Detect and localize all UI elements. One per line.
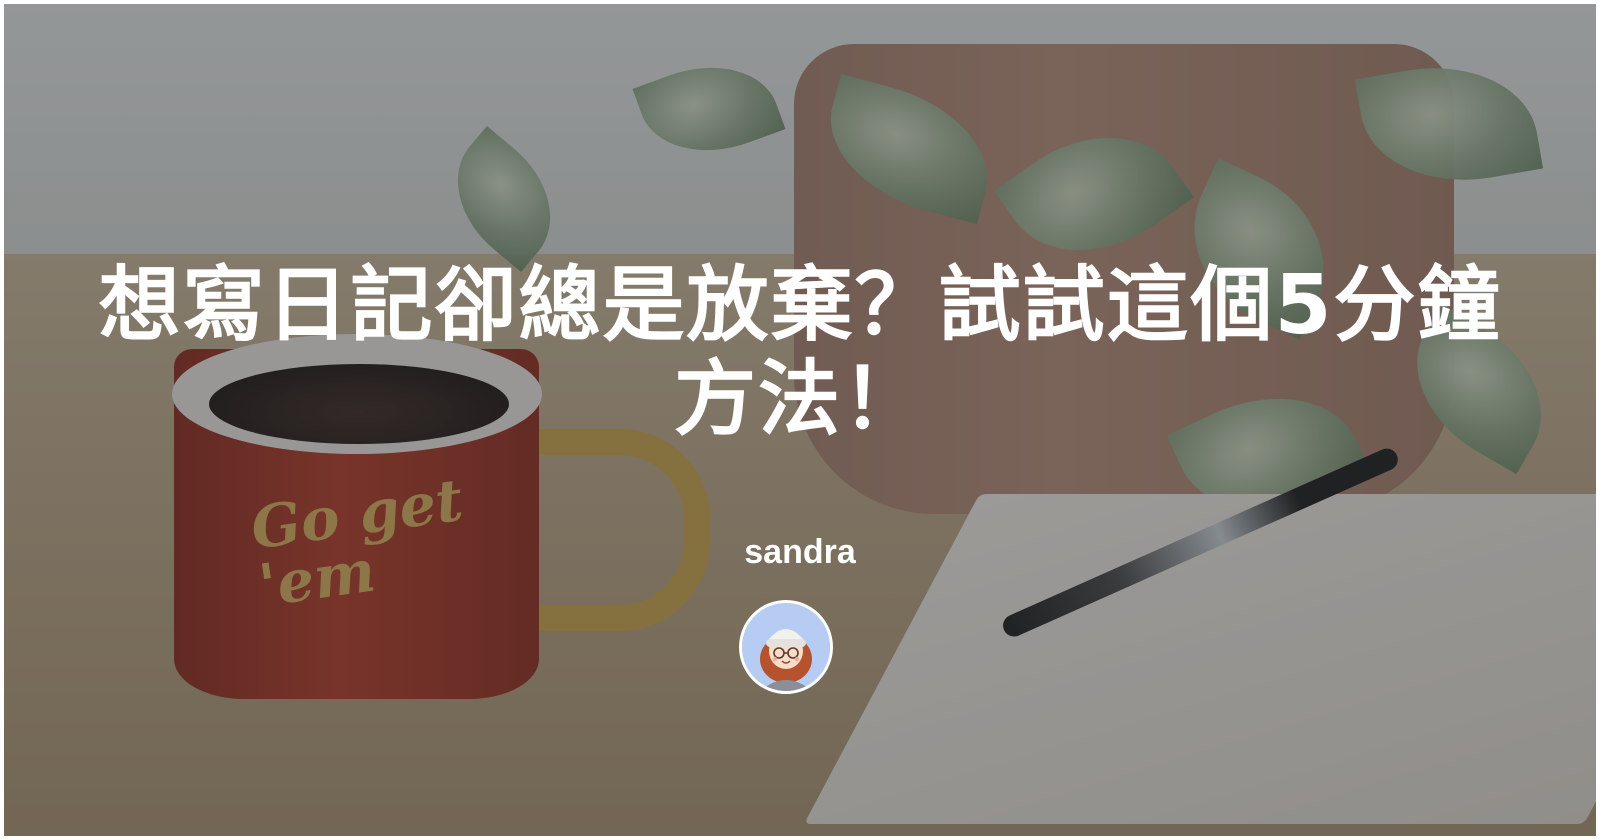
avatar [739,600,833,694]
author-avatar-icon [742,603,830,691]
author-name: sandra [744,533,856,571]
cover-card: Go get 'em 想寫日記卻總是放棄？試試這個5分鐘方法！ sandra [4,4,1596,836]
cover-content: 想寫日記卻總是放棄？試試這個5分鐘方法！ sandra [4,4,1596,836]
article-title: 想寫日記卻總是放棄？試試這個5分鐘方法！ [98,258,1502,447]
